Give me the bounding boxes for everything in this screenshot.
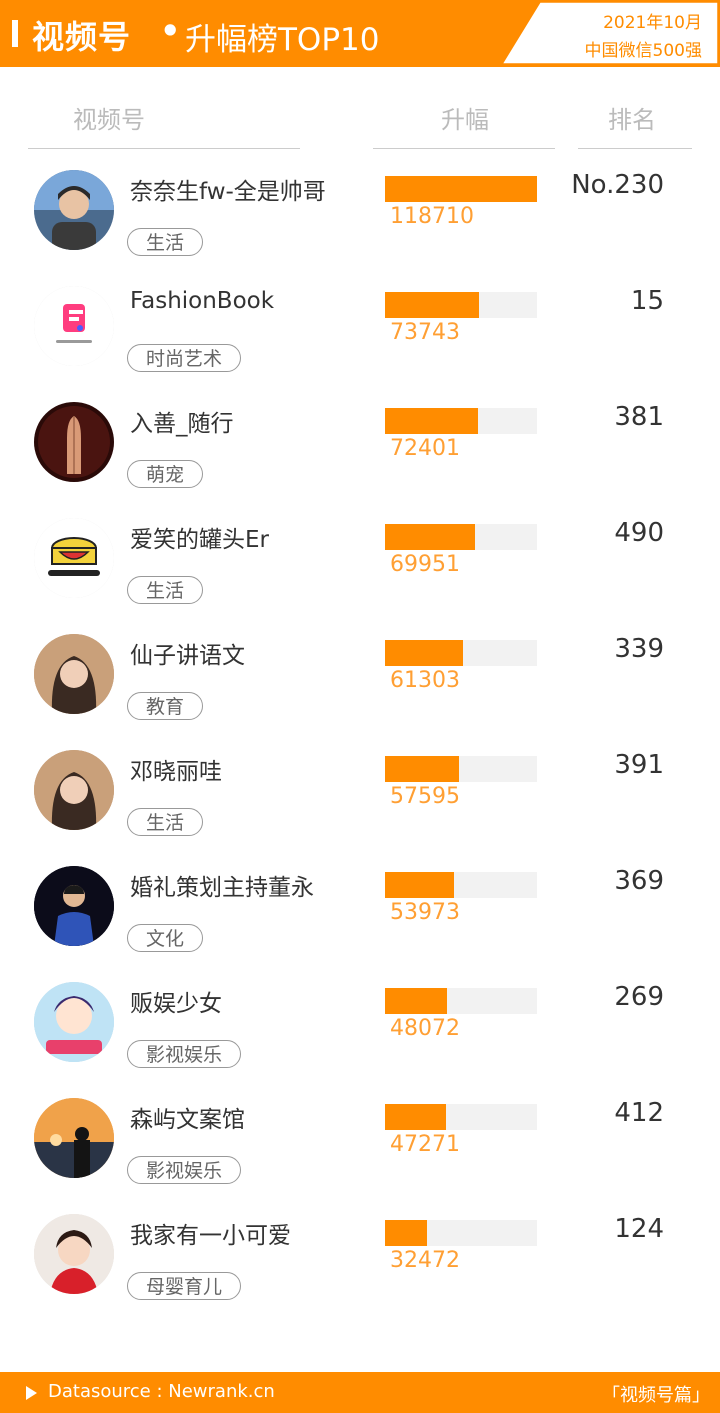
account-name: 仙子讲语文 xyxy=(130,643,245,669)
increase-bar-track xyxy=(385,408,537,434)
category-tag: 生活 xyxy=(127,576,204,604)
category-tag: 萌宠 xyxy=(127,460,204,488)
increase-value: 57595 xyxy=(390,784,460,809)
increase-bar-track xyxy=(385,872,537,898)
account-name: 邓晓丽哇 xyxy=(130,759,222,785)
column-divider-increase xyxy=(373,148,555,149)
page-subtitle: 升幅榜TOP10 xyxy=(185,22,380,58)
list-item: 奈奈生fw-全是帅哥 生活 118710 No.230 xyxy=(0,156,720,272)
avatar-photo-host-icon xyxy=(34,866,114,946)
rank-value: 15 xyxy=(630,286,664,316)
increase-bar-track xyxy=(385,756,537,782)
category-tag: 影视娱乐 xyxy=(127,1156,242,1184)
category-tag: 时尚艺术 xyxy=(127,344,242,372)
rank-value: 339 xyxy=(614,634,664,664)
increase-value: 32472 xyxy=(390,1248,460,1273)
page-title: 视频号 xyxy=(32,18,132,56)
increase-value: 61303 xyxy=(390,668,460,693)
account-name: 森屿文案馆 xyxy=(130,1107,245,1133)
fashionbook-logo-icon xyxy=(34,286,114,366)
increase-value: 53973 xyxy=(390,900,460,925)
increase-value: 47271 xyxy=(390,1132,460,1157)
increase-bar-fill xyxy=(385,640,463,666)
list-item: 森屿文案馆影视娱乐 47271 412 xyxy=(0,1084,720,1200)
account-name: FashionBook xyxy=(130,288,275,314)
increase-value: 73743 xyxy=(390,320,460,345)
account-name: 婚礼策划主持董永 xyxy=(130,875,314,901)
category-tag: 母婴育儿 xyxy=(127,1272,242,1300)
increase-bar-track xyxy=(385,524,537,550)
avatar-photo-man-icon xyxy=(34,170,114,250)
rank-value: 381 xyxy=(614,402,664,432)
badge-period: 2021年10月 xyxy=(603,13,702,33)
increase-bar-track xyxy=(385,176,537,202)
avatar-photo-child-icon xyxy=(34,1214,114,1294)
increase-bar-fill xyxy=(385,988,447,1014)
list-item: FashionBook 时尚艺术 73743 15 xyxy=(0,272,720,388)
category-tag: 影视娱乐 xyxy=(127,1040,242,1068)
column-header-increase: 升幅 xyxy=(441,106,489,134)
increase-bar-fill xyxy=(385,524,475,550)
column-divider-rank xyxy=(578,148,692,149)
category-tag: 教育 xyxy=(127,692,204,720)
rank-value: 369 xyxy=(614,866,664,896)
increase-value: 48072 xyxy=(390,1016,460,1041)
rank-value: 412 xyxy=(614,1098,664,1128)
avatar-photo-woman-icon xyxy=(34,750,114,830)
column-header-account: 视频号 xyxy=(73,106,145,134)
header-accent-bar xyxy=(12,20,18,47)
series-label: 「视频号篇」 xyxy=(602,1385,710,1406)
play-triangle-icon xyxy=(26,1386,37,1400)
list-item: 爱笑的罐头Er 生活 69951 490 xyxy=(0,504,720,620)
title-separator: • xyxy=(160,12,181,50)
increase-bar-track xyxy=(385,1104,537,1130)
category-tag: 文化 xyxy=(127,924,204,952)
badge-scope: 中国微信500强 xyxy=(584,41,702,61)
increase-bar-fill xyxy=(385,292,479,318)
increase-value: 69951 xyxy=(390,552,460,577)
account-name: 入善_随行 xyxy=(130,411,234,437)
avatar-sunset-silhouette-icon xyxy=(34,1098,114,1178)
list-item: 入善_随行萌宠 72401 381 xyxy=(0,388,720,504)
date-badge: 2021年10月 中国微信500强 xyxy=(500,0,720,67)
footer-bar: Datasource : Newrank.cn 「视频号篇」 xyxy=(0,1372,720,1413)
increase-bar-track xyxy=(385,292,537,318)
increase-bar-fill xyxy=(385,872,454,898)
category-tag: 生活 xyxy=(127,808,204,836)
increase-value: 118710 xyxy=(390,204,474,229)
increase-bar-track xyxy=(385,1220,537,1246)
increase-value: 72401 xyxy=(390,436,460,461)
increase-bar-fill xyxy=(385,1104,446,1130)
rank-value: 269 xyxy=(614,982,664,1012)
rank-value: 124 xyxy=(614,1214,664,1244)
category-tag: 生活 xyxy=(127,228,204,256)
rank-value: 391 xyxy=(614,750,664,780)
increase-bar-fill xyxy=(385,1220,427,1246)
account-name: 我家有一小可爱 xyxy=(130,1223,291,1249)
account-name: 爱笑的罐头Er xyxy=(130,527,269,553)
header-banner: 视频号 • 升幅榜TOP10 2021年10月 中国微信500强 xyxy=(0,0,720,67)
avatar-photo-woman-icon xyxy=(34,634,114,714)
account-name: 贩娱少女 xyxy=(130,991,222,1017)
list-item: 贩娱少女影视娱乐 48072 269 xyxy=(0,968,720,1084)
increase-bar-track xyxy=(385,988,537,1014)
list-item: 婚礼策划主持董永 文化 53973 369 xyxy=(0,852,720,968)
rank-value: 490 xyxy=(614,518,664,548)
increase-bar-fill xyxy=(385,756,459,782)
increase-bar-track xyxy=(385,640,537,666)
rank-value: No.230 xyxy=(571,170,664,200)
avatar-cartoon-girl-icon xyxy=(34,982,114,1062)
increase-bar-fill xyxy=(385,176,537,202)
laughing-can-logo-icon xyxy=(34,518,114,598)
column-divider-account xyxy=(28,148,300,149)
list-item: 仙子讲语文教育 61303 339 xyxy=(0,620,720,736)
data-source: Datasource : Newrank.cn xyxy=(48,1381,275,1402)
increase-bar-fill xyxy=(385,408,478,434)
list-item: 我家有一小可爱 母婴育儿 32472 124 xyxy=(0,1200,720,1316)
avatar-praying-hands-icon xyxy=(34,402,114,482)
column-header-rank: 排名 xyxy=(608,106,656,134)
account-name: 奈奈生fw-全是帅哥 xyxy=(130,179,326,205)
list-item: 邓晓丽哇生活 57595 391 xyxy=(0,736,720,852)
